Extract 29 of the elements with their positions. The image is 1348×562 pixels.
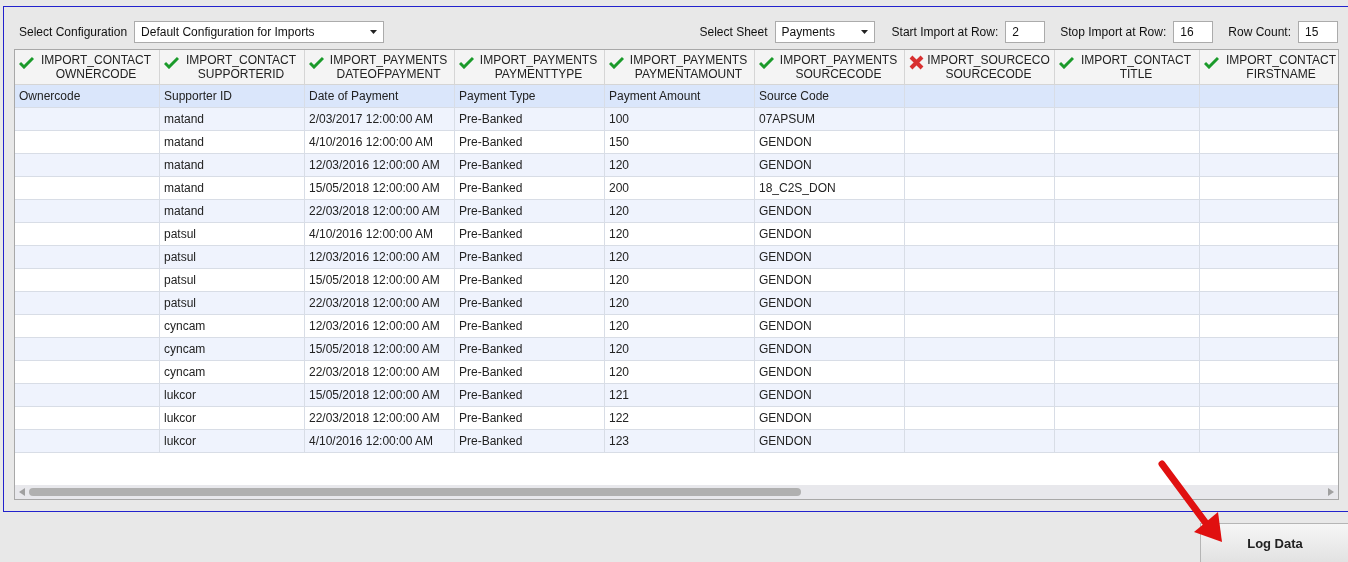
sheet-dropdown[interactable]: Payments: [774, 20, 875, 43]
table-cell: 4/10/2016 12:00:00 AM: [305, 430, 455, 453]
stop-row-label: Stop Import at Row:: [1060, 24, 1167, 39]
column-header[interactable]: IMPORT_CONTACT SUPPORTERID: [160, 50, 305, 85]
row-count-field[interactable]: 15: [1298, 20, 1338, 43]
horizontal-scrollbar[interactable]: [15, 485, 1338, 499]
row-count-label: Row Count:: [1228, 24, 1291, 39]
table-cell: 123: [605, 430, 755, 453]
stop-row-field[interactable]: 16: [1173, 20, 1214, 43]
column-header[interactable]: IMPORT_PAYMENTS DATEOFPAYMENT: [305, 50, 455, 85]
column-header[interactable]: IMPORT_SOURCECO SOURCECODE: [905, 50, 1055, 85]
column-header[interactable]: IMPORT_CONTACT OWNERCODE: [15, 50, 160, 85]
column-header[interactable]: IMPORT_PAYMENTS PAYMENTAMOUNT: [605, 50, 755, 85]
scroll-right-icon[interactable]: [1328, 488, 1334, 496]
scroll-left-icon[interactable]: [19, 488, 25, 496]
caret-icon: [860, 29, 868, 34]
start-row-field[interactable]: 2: [1005, 20, 1046, 43]
start-row-label: Start Import at Row:: [891, 24, 999, 39]
configuration-dropdown[interactable]: Default Configuration for Imports: [134, 20, 385, 43]
table-cell: GENDON: [755, 430, 905, 453]
sheet-label: Select Sheet: [699, 24, 768, 39]
log-data-button[interactable]: Log Data: [1200, 523, 1348, 562]
column-header[interactable]: IMPORT_PAYMENTS PAYMENTTYPE: [455, 50, 605, 85]
table-cell: lukcor: [160, 430, 305, 453]
configuration-label: Select Configuration: [19, 24, 128, 39]
column-header[interactable]: IMPORT_PAYMENTS SOURCECODE: [755, 50, 905, 85]
caret-icon: [370, 29, 378, 34]
column-header[interactable]: IMPORT_CONTACT TITLE: [1055, 50, 1200, 85]
table-cell: Pre-Banked: [455, 430, 605, 453]
